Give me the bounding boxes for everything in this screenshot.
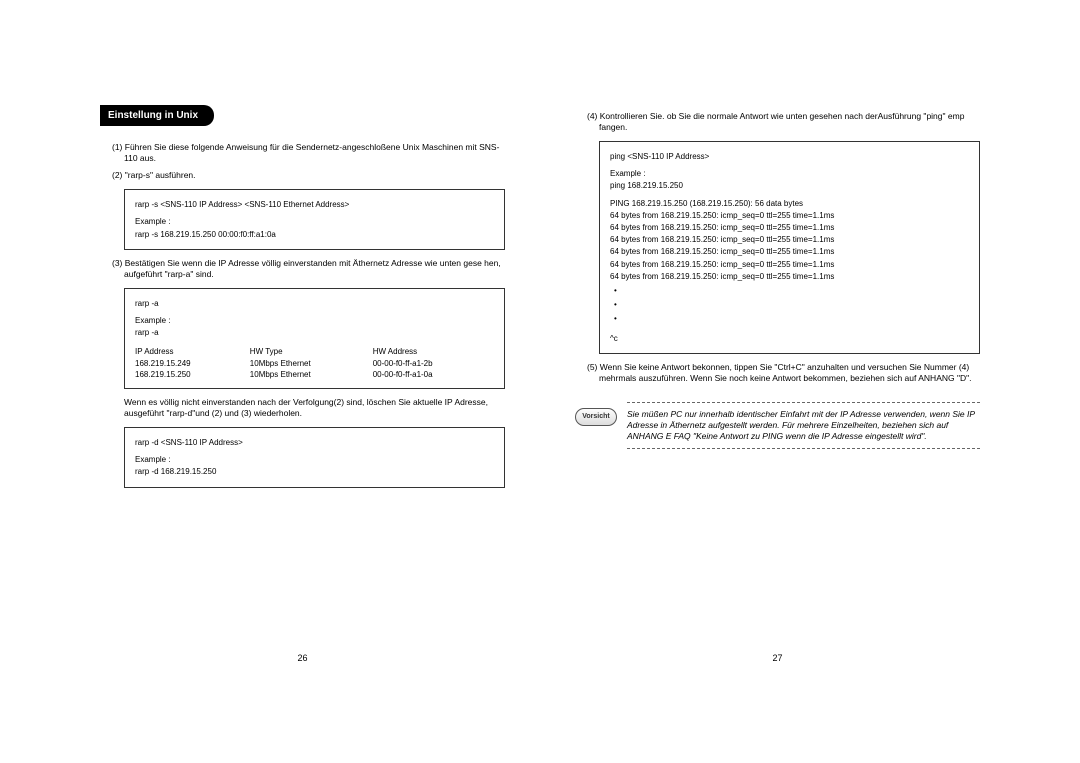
step-1: (1) Führen Sie diese folgende Anweisung …	[100, 142, 505, 164]
col-hwaddr: HW Address	[373, 346, 494, 357]
left-page: Einstellung in Unix (1) Führen Sie diese…	[100, 105, 505, 665]
cmd: rarp -s <SNS-110 IP Address> <SNS-110 Et…	[135, 199, 494, 210]
description: Wenn es völlig nicht einverstanden nach …	[124, 397, 505, 419]
bullet-icon: •	[610, 299, 969, 310]
step-4: (4) Kontrollieren Sie. ob Sie die normal…	[575, 111, 980, 133]
bullet-icon: •	[610, 313, 969, 324]
ping-output: 64 bytes from 168.219.15.250: icmp_seq=0…	[610, 259, 969, 270]
ping-output: PING 168.219.15.250 (168.219.15.250): 56…	[610, 198, 969, 209]
code-box-rarp-d: rarp -d <SNS-110 IP Address> Example : r…	[124, 427, 505, 488]
ping-output: 64 bytes from 168.219.15.250: icmp_seq=0…	[610, 210, 969, 221]
step-5: (5) Wenn Sie keine Antwort bekonnen, tip…	[575, 362, 980, 384]
ping-output: 64 bytes from 168.219.15.250: icmp_seq=0…	[610, 246, 969, 257]
table-row: 168.219.15.250 10Mbps Ethernet 00-00-f0-…	[135, 369, 494, 380]
col-ip: IP Address	[135, 346, 250, 357]
page-spread: Einstellung in Unix (1) Führen Sie diese…	[0, 0, 1080, 725]
step-3: (3) Bestätigen Sie wenn die IP Adresse v…	[100, 258, 505, 280]
cmd: rarp -a	[135, 298, 494, 309]
ping-output: 64 bytes from 168.219.15.250: icmp_seq=0…	[610, 234, 969, 245]
table-row: 168.219.15.249 10Mbps Ethernet 00-00-f0-…	[135, 358, 494, 369]
code-box-rarp-s: rarp -s <SNS-110 IP Address> <SNS-110 Et…	[124, 189, 505, 250]
code-box-ping: ping <SNS-110 IP Address> Example : ping…	[599, 141, 980, 354]
rarp-table: IP Address HW Type HW Address 168.219.15…	[135, 346, 494, 380]
section-header: Einstellung in Unix	[100, 105, 214, 126]
ctrl-c: ^c	[610, 333, 969, 344]
page-number: 26	[297, 653, 307, 665]
example-label: Example :	[135, 216, 494, 227]
col-hwtype: HW Type	[250, 346, 373, 357]
example: rarp -a	[135, 327, 494, 338]
caution-block: Vorsicht Sie müßen PC nur innerhalb iden…	[575, 402, 980, 449]
example: rarp -d 168.219.15.250	[135, 466, 494, 477]
ping-output: 64 bytes from 168.219.15.250: icmp_seq=0…	[610, 271, 969, 282]
table-header-row: IP Address HW Type HW Address	[135, 346, 494, 357]
caution-text: Sie müßen PC nur innerhalb identischer E…	[627, 402, 980, 449]
example: rarp -s 168.219.15.250 00:00:f0:ff:a1:0a	[135, 229, 494, 240]
page-number: 27	[772, 653, 782, 665]
example: ping 168.219.15.250	[610, 180, 969, 191]
code-box-rarp-a: rarp -a Example : rarp -a IP Address HW …	[124, 288, 505, 389]
cmd: ping <SNS-110 IP Address>	[610, 151, 969, 162]
ping-output: 64 bytes from 168.219.15.250: icmp_seq=0…	[610, 222, 969, 233]
example-label: Example :	[610, 168, 969, 179]
step-2: (2) "rarp-s" ausführen.	[100, 170, 505, 181]
caution-badge: Vorsicht	[575, 408, 617, 426]
cmd: rarp -d <SNS-110 IP Address>	[135, 437, 494, 448]
bullet-icon: •	[610, 285, 969, 296]
example-label: Example :	[135, 454, 494, 465]
example-label: Example :	[135, 315, 494, 326]
right-page: (4) Kontrollieren Sie. ob Sie die normal…	[575, 105, 980, 665]
